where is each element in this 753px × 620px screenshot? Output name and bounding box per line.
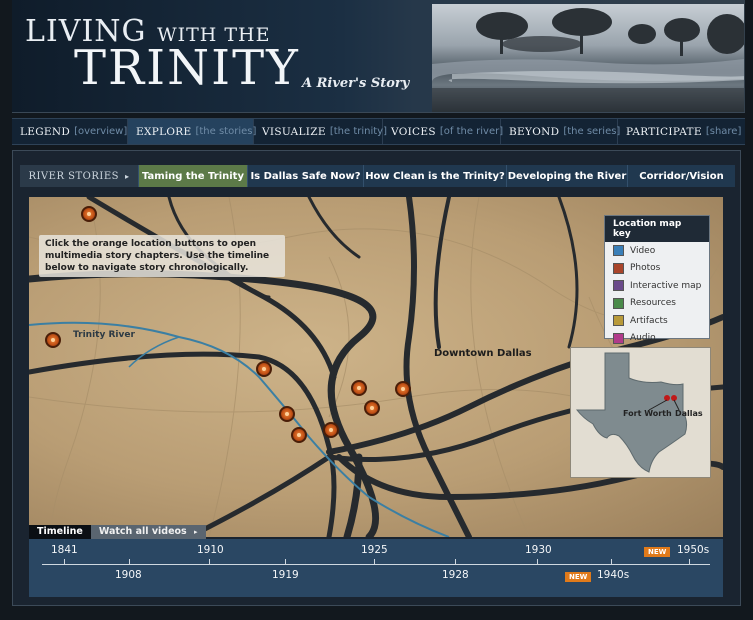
site-title-line2: TRINITY <box>74 40 300 96</box>
timeline-axis <box>42 564 710 565</box>
play-arrow-icon: ▸ <box>194 528 198 536</box>
story-tab-dallas-safe[interactable]: Is Dallas Safe Now? <box>248 165 364 187</box>
nav-visualize[interactable]: VISUALIZE [the trinity] <box>254 119 387 144</box>
nav-visualize-sub: [the trinity] <box>329 126 387 137</box>
camera-icon <box>613 262 624 274</box>
story-location-marker[interactable] <box>291 427 307 443</box>
timeline-tick <box>374 559 375 565</box>
timeline-year-1841[interactable]: 1841 <box>51 544 78 556</box>
timeline-year-1930[interactable]: 1930 <box>525 544 552 556</box>
texas-inset-map: Fort Worth Dallas <box>570 347 711 478</box>
key-item-artifacts: Artifacts <box>605 312 709 330</box>
story-location-marker[interactable] <box>351 380 367 396</box>
inset-label-dallas: Dallas <box>675 409 703 418</box>
trinity-river-label: Trinity River <box>73 330 135 340</box>
timeline-year-1950s[interactable]: 1950s <box>677 544 709 556</box>
key-item-resources: Resources <box>605 295 709 313</box>
new-badge: NEW <box>565 572 592 582</box>
story-tab-how-clean[interactable]: How Clean is the Trinity? <box>364 165 507 187</box>
story-location-marker[interactable] <box>279 406 295 422</box>
story-location-marker[interactable] <box>323 422 339 438</box>
downtown-dallas-label: Downtown Dallas <box>434 348 532 359</box>
nav-voices[interactable]: VOICES [of the river] <box>383 119 504 144</box>
watch-all-videos-label: Watch all videos <box>98 526 187 537</box>
story-tab-taming[interactable]: Taming the Trinity <box>139 165 248 187</box>
site-tagline: A River's Story <box>302 76 410 91</box>
key-item-photos: Photos <box>605 260 709 278</box>
site-header: LIVING WITH THE TRINITY A River's Story <box>12 0 745 113</box>
nav-participate-sub: [share] <box>705 126 742 137</box>
timeline-year-1919[interactable]: 1919 <box>272 569 299 581</box>
story-location-marker[interactable] <box>81 206 97 222</box>
story-location-marker[interactable] <box>256 361 272 377</box>
key-label: Photos <box>630 263 661 274</box>
map-instructions: Click the orange location buttons to ope… <box>39 235 285 277</box>
timeline-tab[interactable]: Timeline <box>29 525 91 539</box>
story-map[interactable]: Click the orange location buttons to ope… <box>29 197 723 537</box>
timeline-tick <box>455 559 456 565</box>
river-stories-label: RIVER STORIES <box>28 170 120 182</box>
timeline: 1841 1910 1925 1930 NEW 1950s 1908 1919 … <box>29 539 723 597</box>
nav-participate-label: PARTICIPATE <box>626 125 702 138</box>
nav-voices-label: VOICES <box>391 125 436 138</box>
chevron-right-icon: ▸ <box>125 171 130 181</box>
nav-legend-label: LEGEND <box>20 125 71 138</box>
key-label: Interactive map <box>630 280 702 291</box>
location-map-key: Location map key Video Photos Interactiv… <box>604 215 710 344</box>
nav-visualize-label: VISUALIZE <box>262 125 326 138</box>
nav-explore-sub: [the stories] <box>195 126 257 137</box>
nav-legend-sub: [overview] <box>74 126 128 137</box>
timeline-tick <box>611 559 612 565</box>
nav-beyond-label: BEYOND <box>509 125 560 138</box>
nav-explore[interactable]: EXPLORE [the stories] <box>128 119 257 144</box>
key-label: Video <box>630 245 656 256</box>
story-tab-developing[interactable]: Developing the River <box>507 165 628 187</box>
nav-voices-sub: [of the river] <box>439 126 504 137</box>
timeline-year-1925[interactable]: 1925 <box>361 544 388 556</box>
timeline-tick <box>64 559 65 565</box>
timeline-tick <box>129 559 130 565</box>
key-label: Resources <box>630 298 676 309</box>
timeline-tick <box>285 559 286 565</box>
timeline-year-1940s[interactable]: 1940s <box>597 569 629 581</box>
story-location-marker[interactable] <box>364 400 380 416</box>
main-nav: LEGEND [overview] EXPLORE [the stories] … <box>12 118 745 145</box>
nav-beyond[interactable]: BEYOND [the series] <box>501 119 621 144</box>
story-location-marker[interactable] <box>395 381 411 397</box>
timeline-year-1910[interactable]: 1910 <box>197 544 224 556</box>
key-item-audio: Audio <box>605 330 709 348</box>
river-stories-menu[interactable]: RIVER STORIES ▸ <box>20 165 139 187</box>
nav-explore-label: EXPLORE <box>136 125 192 138</box>
story-tab-corridor[interactable]: Corridor/Vision <box>628 165 735 187</box>
watch-all-videos-tab[interactable]: Watch all videos ▸ <box>90 525 206 539</box>
timeline-year-1928[interactable]: 1928 <box>442 569 469 581</box>
artifact-icon <box>613 315 624 327</box>
map-icon <box>613 280 624 292</box>
nav-legend[interactable]: LEGEND [overview] <box>12 119 128 144</box>
inset-label-fort-worth: Fort Worth <box>623 409 672 418</box>
key-item-interactive-map: Interactive map <box>605 277 709 295</box>
resources-icon <box>613 297 624 309</box>
audio-icon <box>613 332 624 344</box>
timeline-tick <box>209 559 210 565</box>
story-location-marker[interactable] <box>45 332 61 348</box>
key-item-video: Video <box>605 242 709 260</box>
content-panel: RIVER STORIES ▸ Taming the Trinity Is Da… <box>12 150 741 606</box>
map-key-title: Location map key <box>605 216 709 242</box>
header-river-photo <box>432 4 744 112</box>
new-badge: NEW <box>644 547 671 557</box>
nav-participate[interactable]: PARTICIPATE [share] <box>618 119 745 144</box>
timeline-year-1908[interactable]: 1908 <box>115 569 142 581</box>
timeline-tick <box>537 559 538 565</box>
video-icon <box>613 245 624 257</box>
nav-beyond-sub: [the series] <box>563 126 621 137</box>
key-label: Artifacts <box>630 315 668 326</box>
story-nav: RIVER STORIES ▸ Taming the Trinity Is Da… <box>20 165 735 187</box>
timeline-tabs: Timeline Watch all videos ▸ <box>29 525 206 539</box>
key-label: Audio <box>630 333 656 344</box>
timeline-tick <box>689 559 690 565</box>
